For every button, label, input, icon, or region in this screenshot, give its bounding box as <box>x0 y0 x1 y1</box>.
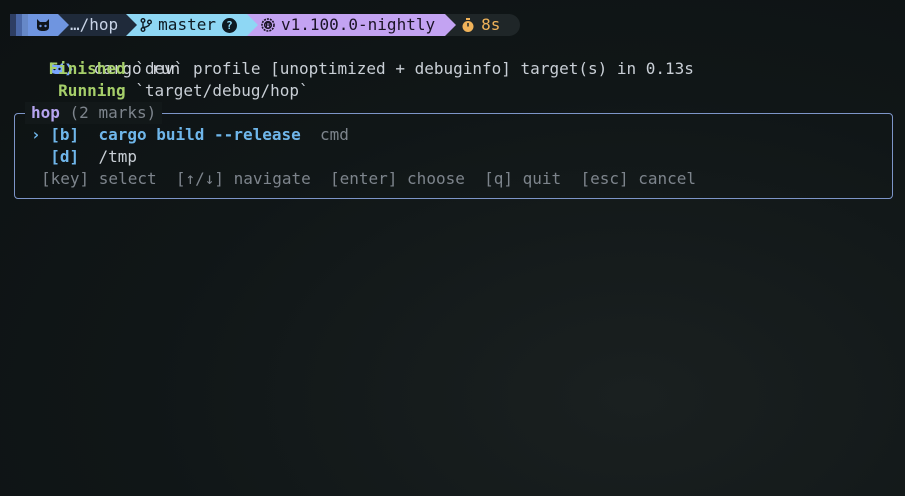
running-label: Running <box>58 81 126 100</box>
toolchain-version: v1.100.0-nightly <box>280 15 436 34</box>
git-branch-name: master <box>158 15 216 34</box>
mark-value: cargo build --release <box>98 125 301 144</box>
finished-text: `dev` profile [unoptimized + debuginfo] … <box>135 59 694 78</box>
hop-mark-picker: hop (2 marks) › [b] cargo build --releas… <box>14 102 893 199</box>
output-finished-line: Finished `dev` profile [unoptimized + de… <box>10 58 694 80</box>
git-status-badge: ? <box>221 17 237 33</box>
hop-panel-title: hop (2 marks) <box>25 102 163 124</box>
help-line: [key] select [↑/↓] navigate [enter] choo… <box>41 168 696 190</box>
git-segment: master ? <box>126 14 258 36</box>
stopwatch-icon <box>462 17 474 32</box>
prompt-bar: …/hop master ? v1.100.0-nightly 8s <box>10 14 521 36</box>
directory-path: …/hop <box>70 15 119 34</box>
output-running-line: Running `target/debug/hop` <box>10 80 309 102</box>
cat-icon <box>37 19 49 31</box>
command-duration: 8s <box>481 15 501 34</box>
finished-label: Finished <box>48 59 126 78</box>
git-branch-icon <box>140 18 153 32</box>
command-line: ❯ cargo run <box>10 36 180 78</box>
mark-item[interactable]: › [b] cargo build --release cmd <box>31 124 349 146</box>
mark-key: [d] <box>50 147 80 166</box>
selection-indicator: › <box>31 125 41 144</box>
mark-item[interactable]: [d] /tmp <box>31 146 137 168</box>
toolchain-segment: v1.100.0-nightly <box>246 14 457 36</box>
os-segment <box>28 14 69 36</box>
running-text: `target/debug/hop` <box>135 81 309 100</box>
keybinding-help: [key] select [↑/↓] navigate [enter] choo… <box>41 169 697 188</box>
hop-mark-count: (2 marks) <box>69 103 157 122</box>
hop-title: hop <box>31 103 60 122</box>
mark-type: cmd <box>320 125 349 144</box>
mark-key: [b] <box>50 125 80 144</box>
terminal-window[interactable]: …/hop master ? v1.100.0-nightly 8s ❯ car… <box>0 0 905 496</box>
rust-icon <box>261 18 275 32</box>
mark-value: /tmp <box>98 147 137 166</box>
